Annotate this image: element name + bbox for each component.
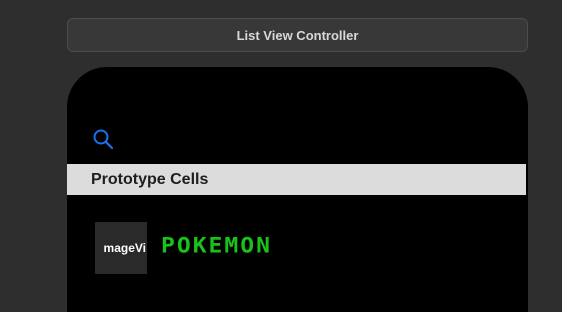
cell-image-placeholder-text: mageVi: [103, 241, 146, 255]
cell-title-label: POKEMON: [161, 234, 272, 258]
scene-dock-header[interactable]: List View Controller: [67, 18, 528, 52]
section-header-label: Prototype Cells: [91, 170, 209, 188]
cell-image-view: mageVi: [95, 222, 147, 274]
table-section-header: Prototype Cells: [67, 164, 526, 195]
device-frame: Prototype Cells mageVi POKEMON: [67, 67, 528, 312]
search-button[interactable]: [91, 127, 115, 151]
search-icon: [93, 129, 114, 150]
scene-title: List View Controller: [236, 27, 359, 43]
table-row[interactable]: mageVi POKEMON: [67, 195, 526, 312]
